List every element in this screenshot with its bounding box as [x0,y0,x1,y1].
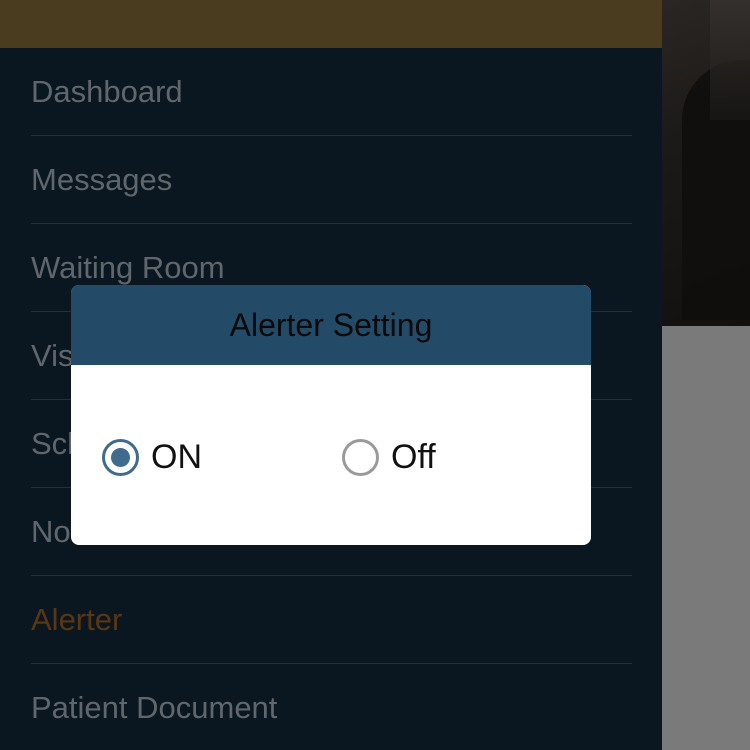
dialog-body: ON Off [71,365,591,545]
radio-label-off: Off [391,438,436,476]
menu-item-alerter[interactable]: Alerter [31,576,632,664]
radio-option-on[interactable]: ON [102,438,202,477]
dialog-header: Alerter Setting [71,285,591,365]
radio-option-off[interactable]: Off [342,438,436,477]
dialog-title: Alerter Setting [229,306,433,343]
menu-item-dashboard[interactable]: Dashboard [31,48,632,136]
alerter-setting-dialog: Alerter Setting ON Off [71,285,591,545]
menu-item-messages[interactable]: Messages [31,136,632,224]
menu-item-label: Dashboard [31,73,183,109]
background-photo [662,0,750,326]
menu-item-label: Alerter [31,601,123,637]
menu-item-label: Waiting Room [31,249,225,285]
photo-highlight [710,0,750,120]
menu-header [0,0,662,48]
radio-label-on: ON [151,438,202,476]
radio-unchecked-icon[interactable] [342,439,379,476]
menu-item-label: Messages [31,161,173,197]
menu-item-label: Patient Document [31,690,278,725]
background-panel [662,326,750,750]
background-content [662,0,750,750]
radio-checked-icon[interactable] [102,439,139,476]
menu-item-patient-document[interactable]: Patient Document [31,664,632,750]
